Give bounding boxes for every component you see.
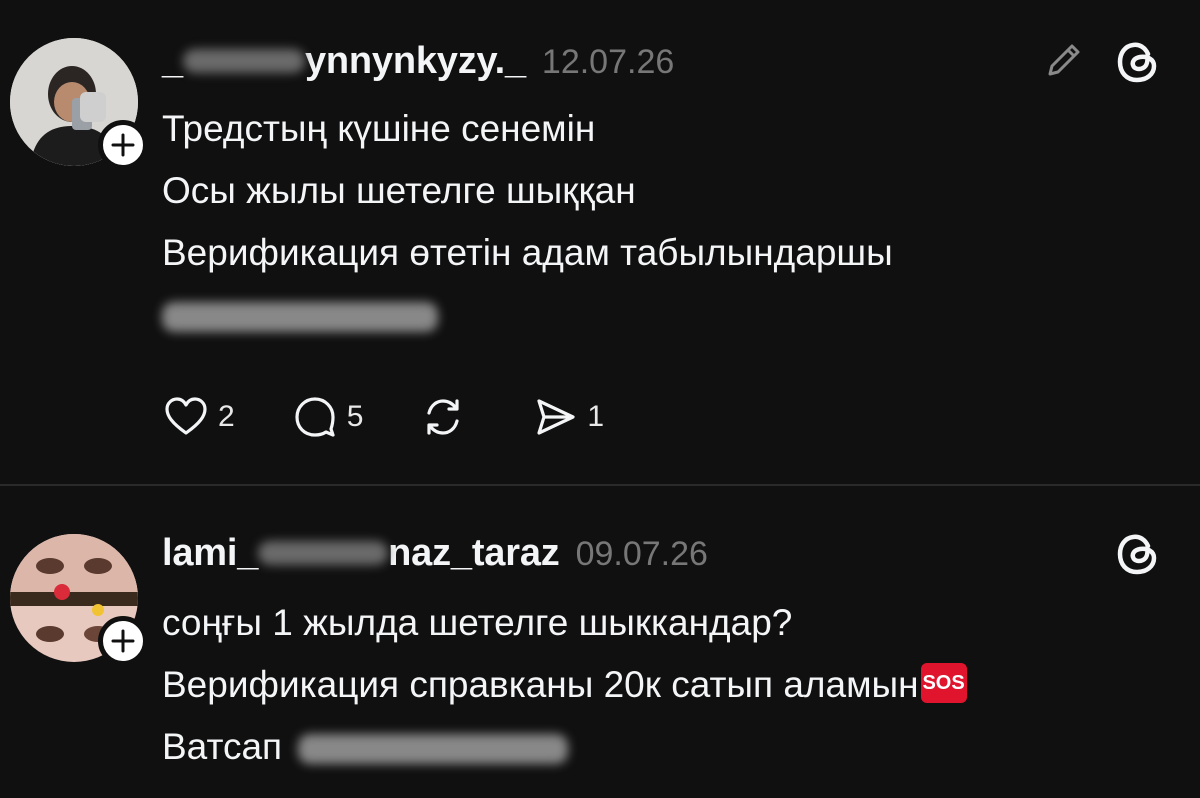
comment-icon (295, 397, 335, 437)
heart-icon (165, 397, 207, 435)
redacted-phone (162, 302, 438, 333)
post-text-line: Верификация справканы 20к сатып аламын SO… (162, 654, 967, 716)
post-text-line: Тредстың күшіне сенемін (162, 108, 596, 149)
username-prefix: _ (162, 40, 183, 82)
share-button[interactable]: 1 (531, 393, 604, 441)
username-link[interactable]: _ ynnynkyzy._ (162, 40, 526, 83)
post-body: Тредстың күшіне сенемін Осы жылы шетелге… (162, 98, 893, 346)
post-header: lami_ naz_taraz 09.07.26 (162, 532, 708, 575)
post-text-line: Ватсап (162, 716, 967, 778)
post-date: 09.07.26 (575, 535, 708, 573)
plus-icon (111, 133, 135, 157)
follow-button[interactable] (98, 120, 148, 170)
post-text-line: Верификация өтетін адам табылындаршы (162, 232, 893, 273)
threads-logo (1112, 528, 1164, 580)
post[interactable]: _ ynnynkyzy._ 12.07.26 Тредстың күшіне с… (0, 0, 1200, 484)
repost-icon (427, 399, 459, 435)
threads-logo (1112, 36, 1164, 88)
sos-emoji: SOS (920, 663, 967, 703)
threads-logo-icon (1117, 534, 1157, 575)
username-suffix: naz_taraz (388, 532, 560, 574)
redacted-username (258, 541, 389, 565)
plus-icon (111, 629, 135, 653)
post-text: Верификация справканы 20к сатып аламын (162, 664, 919, 705)
post-body: соңғы 1 жылда шетелге шыккандар? Верифик… (162, 592, 967, 778)
reply-button[interactable]: 5 (291, 393, 364, 441)
like-count: 2 (218, 400, 235, 433)
post-text-line: соңғы 1 жылда шетелге шыккандар? (162, 602, 793, 643)
post-text: Ватсап (162, 726, 283, 767)
redacted-username (182, 49, 305, 73)
post-header: _ ynnynkyzy._ 12.07.26 (162, 40, 674, 83)
username-suffix: ynnynkyzy._ (304, 40, 526, 82)
share-count: 1 (587, 400, 605, 433)
username-link[interactable]: lami_ naz_taraz (162, 532, 560, 575)
username-prefix: lami_ (162, 532, 259, 574)
post-text-line-redacted (162, 284, 893, 346)
avatar[interactable] (10, 534, 148, 666)
post-text-line: Осы жылы шетелге шыққан (162, 170, 636, 211)
redacted-phone (298, 734, 569, 765)
post-date: 12.07.26 (541, 43, 675, 81)
follow-button[interactable] (98, 616, 148, 666)
like-button[interactable]: 2 (162, 393, 235, 441)
avatar[interactable] (10, 38, 148, 170)
reply-count: 5 (346, 400, 364, 433)
post[interactable]: lami_ naz_taraz 09.07.26 соңғы 1 жылда ш… (0, 486, 1200, 798)
share-icon (537, 399, 575, 435)
post-actions: 2 5 1 (162, 392, 660, 442)
edit-button[interactable] (1040, 36, 1088, 84)
threads-logo-icon (1117, 42, 1157, 83)
repost-button[interactable] (419, 393, 475, 441)
threads-feed: _ ynnynkyzy._ 12.07.26 Тредстың күшіне с… (0, 0, 1200, 798)
edit-pencil-icon (1048, 44, 1080, 76)
